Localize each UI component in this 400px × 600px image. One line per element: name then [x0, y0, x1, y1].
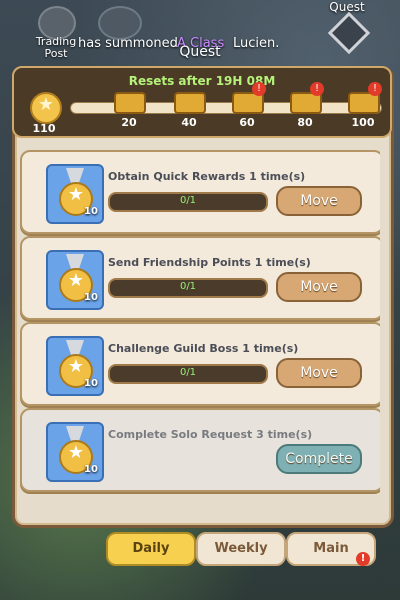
milestone-value: 80: [297, 116, 313, 129]
quest-row-complete: ★ 10 Complete Solo Request 3 time(s) Com…: [20, 408, 380, 492]
quest-row: ★ 10 Challenge Guild Boss 1 time(s) 0/1 …: [20, 322, 380, 406]
star-icon: ★: [67, 442, 85, 463]
quest-list: ★ 10 Obtain Quick Rewards 1 time(s) 0/1 …: [20, 142, 380, 512]
reward-icon: ★ 10: [46, 336, 104, 396]
milestone-value: 100: [351, 116, 375, 129]
move-button[interactable]: Move: [276, 186, 362, 216]
milestone-chest-20[interactable]: 20: [114, 88, 146, 129]
star-icon: ★: [37, 94, 55, 115]
quest-title: Complete Solo Request 3 time(s): [108, 428, 313, 441]
reset-timer: Resets after 19H 08M: [128, 74, 276, 88]
panel-title: Quest: [179, 44, 221, 60]
quest-progress-bar: 0/1: [108, 364, 268, 384]
reward-icon: ★ 10: [46, 422, 104, 482]
alert-icon: !: [310, 82, 324, 96]
chest-icon: [174, 92, 206, 114]
complete-button[interactable]: Complete: [276, 444, 362, 474]
quest-row: ★ 10 Obtain Quick Rewards 1 time(s) 0/1 …: [20, 150, 380, 234]
milestone-value: 60: [239, 116, 255, 129]
reward-icon: ★ 10: [46, 164, 104, 224]
quest-progress-text: 0/1: [179, 281, 197, 292]
quest-title: Send Friendship Points 1 time(s): [108, 256, 311, 269]
reward-count: 10: [84, 464, 98, 475]
move-button[interactable]: Move: [276, 272, 362, 302]
star-icon: ★: [67, 356, 85, 377]
tab-main[interactable]: Main !: [286, 532, 376, 566]
quest-title: Challenge Guild Boss 1 time(s): [108, 342, 299, 355]
star-icon: ★: [67, 270, 85, 291]
star-icon: ★: [67, 184, 85, 205]
milestone-chest-80[interactable]: ! 80: [290, 82, 324, 129]
milestone-value: 40: [181, 116, 197, 129]
tab-main-label: Main: [313, 541, 349, 556]
alert-icon: !: [356, 552, 370, 566]
quest-title: Obtain Quick Rewards 1 time(s): [108, 170, 306, 183]
activity-points: ★ 110: [22, 82, 66, 135]
milestone-chest-40[interactable]: 40: [174, 88, 206, 129]
milestone-chest-100[interactable]: ! 100: [348, 82, 382, 129]
activity-progress: Resets after 19H 08M ★ 110 20 40 ! 60 ! …: [12, 66, 392, 138]
shop-icon[interactable]: [98, 6, 142, 40]
alert-icon: !: [368, 82, 382, 96]
milestone-value: 20: [121, 116, 137, 129]
alert-icon: !: [252, 82, 266, 96]
tab-daily[interactable]: Daily: [106, 532, 196, 566]
move-button[interactable]: Move: [276, 358, 362, 388]
quest-progress-bar: 0/1: [108, 192, 268, 212]
chest-icon: [114, 92, 146, 114]
reward-count: 10: [84, 378, 98, 389]
quest-row: ★ 10 Send Friendship Points 1 time(s) 0/…: [20, 236, 380, 320]
activity-points-value: 110: [32, 122, 56, 135]
reward-count: 10: [84, 292, 98, 303]
reward-icon: ★ 10: [46, 250, 104, 310]
reward-count: 10: [84, 206, 98, 217]
quest-progress-bar: 0/1: [108, 278, 268, 298]
quest-progress-text: 0/1: [179, 195, 197, 206]
quest-progress-text: 0/1: [179, 367, 197, 378]
tab-weekly[interactable]: Weekly: [196, 532, 286, 566]
quest-tabs: Daily Weekly Main !: [0, 532, 400, 572]
milestone-chest-60[interactable]: ! 60: [232, 82, 266, 129]
